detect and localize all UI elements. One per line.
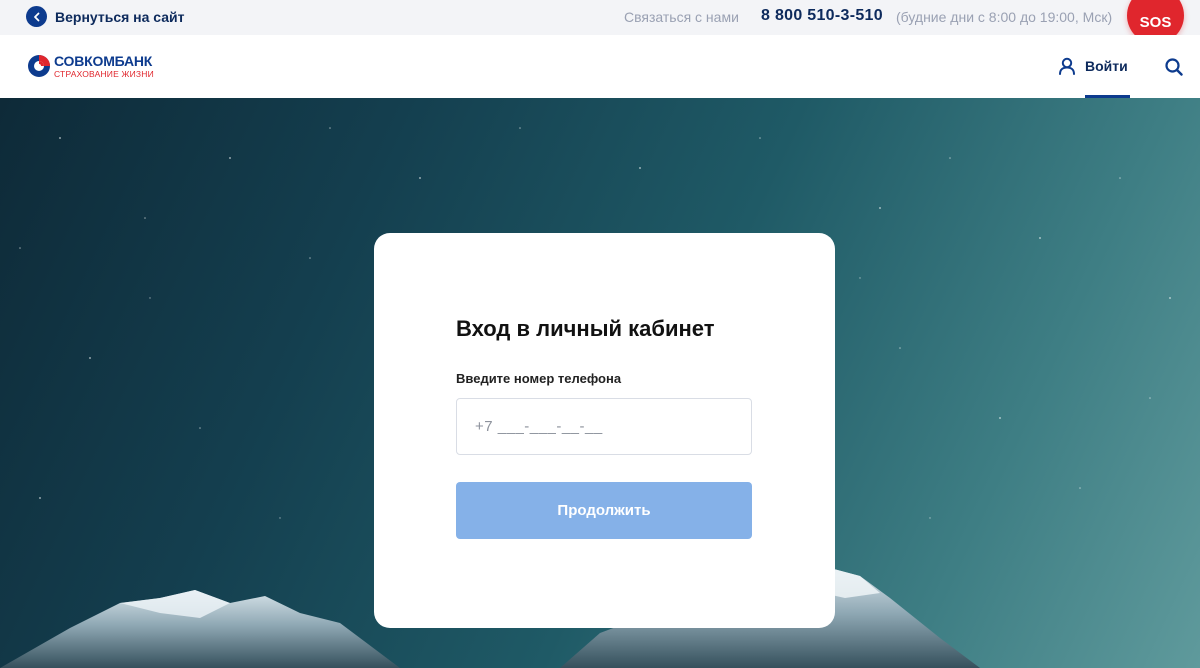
- back-to-site-link[interactable]: Вернуться на сайт: [26, 6, 185, 27]
- login-label: Войти: [1085, 58, 1128, 74]
- chevron-left-icon: [26, 6, 47, 27]
- search-button[interactable]: [1165, 58, 1183, 81]
- page-title: Вход в личный кабинет: [456, 316, 715, 341]
- logo-subtitle: СТРАХОВАНИЕ ЖИЗНИ: [54, 69, 154, 79]
- logo-icon: [28, 55, 50, 78]
- logo-title: СОВКОМБАНК: [54, 53, 153, 69]
- contact-us-link[interactable]: Связаться с нами: [624, 9, 739, 25]
- continue-button[interactable]: Продолжить: [456, 482, 752, 539]
- site-header: СОВКОМБАНК СТРАХОВАНИЕ ЖИЗНИ Войти: [0, 35, 1200, 98]
- top-bar: Вернуться на сайт Связаться с нами 8 800…: [0, 0, 1200, 44]
- hotline-phone[interactable]: 8 800 510-3-510: [761, 7, 883, 25]
- phone-field-label: Введите номер телефона: [456, 371, 622, 386]
- login-card: Вход в личный кабинет Введите номер теле…: [374, 233, 835, 628]
- company-logo[interactable]: СОВКОМБАНК СТРАХОВАНИЕ ЖИЗНИ: [27, 54, 154, 79]
- working-hours: (будние дни с 8:00 до 19:00, Мск): [896, 9, 1113, 25]
- back-to-site-label: Вернуться на сайт: [55, 8, 185, 25]
- phone-input[interactable]: [456, 398, 752, 455]
- user-icon: [1059, 57, 1075, 75]
- login-button[interactable]: Войти: [1058, 57, 1128, 75]
- search-icon: [1165, 58, 1183, 76]
